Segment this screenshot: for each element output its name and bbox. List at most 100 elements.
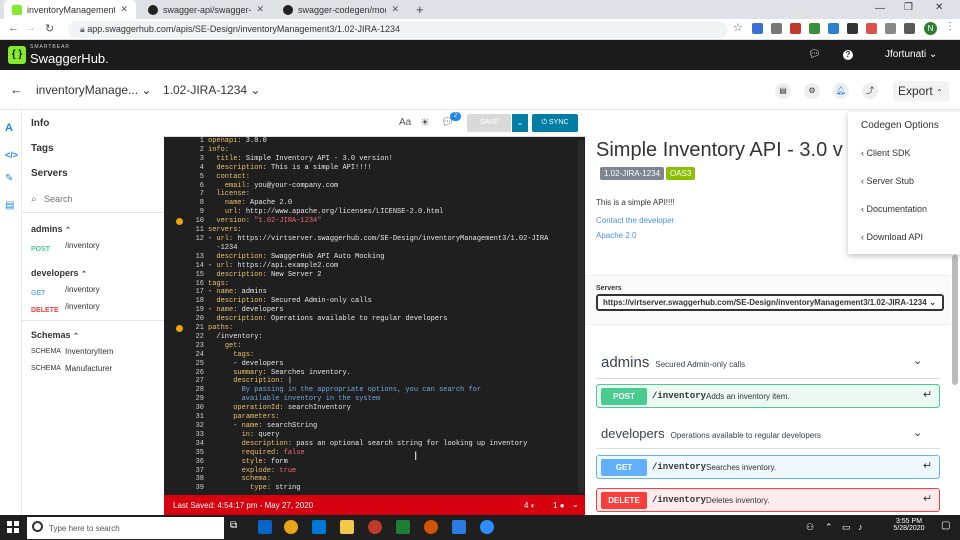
menu-download-api[interactable]: ‹ Download API — [861, 232, 923, 242]
vscode-icon[interactable] — [452, 520, 466, 534]
extension-icon[interactable] — [752, 23, 763, 34]
extension-icon[interactable] — [828, 23, 839, 34]
outlook-icon[interactable] — [258, 520, 272, 534]
version-dropdown[interactable]: 1.02-JIRA-1234 ⌄ — [163, 83, 260, 97]
nav-info[interactable]: Info — [31, 118, 49, 129]
swaggerhub-logo-icon[interactable]: { } — [8, 46, 26, 64]
warning-count[interactable]: 4 ◐ — [524, 501, 536, 510]
edit-icon[interactable]: ✎ — [5, 173, 13, 184]
api-name-dropdown[interactable]: inventoryManage... ⌄ — [36, 83, 151, 97]
url-field[interactable]: 🔒︎ app.swaggerhub.com/apis/SE-Design/inv… — [68, 21, 728, 38]
people-icon[interactable]: ⚇ — [806, 522, 814, 533]
extension-icon[interactable] — [790, 23, 801, 34]
new-tab-icon[interactable]: + — [416, 2, 424, 17]
nav-schema-manufacturer[interactable]: SCHEMA Manufacturer — [31, 364, 112, 373]
server-select[interactable]: https://virtserver.swaggerhub.com/SE-Des… — [596, 294, 944, 311]
task-view-icon[interactable]: ⧉ — [230, 520, 237, 531]
browser-tab[interactable]: inventoryManagement3 | 1.02-JIRA... ✕ — [4, 0, 136, 19]
warning-marker-icon[interactable] — [176, 218, 183, 225]
excel-icon[interactable] — [396, 520, 410, 534]
chrome-alt-icon[interactable] — [368, 520, 382, 534]
chrome-icon[interactable] — [284, 520, 298, 534]
volume-icon[interactable]: ♪ — [858, 522, 863, 532]
status-menu-icon[interactable]: ⌄ — [572, 500, 579, 509]
panel-scrollbar[interactable] — [952, 255, 958, 385]
extension-icon[interactable] — [771, 23, 782, 34]
extension-icon[interactable] — [809, 23, 820, 34]
clock[interactable]: 3:55 PM 5/28/2020 — [884, 518, 934, 532]
taskbar-search-input[interactable]: Type here to search — [27, 517, 224, 539]
store-icon[interactable] — [312, 520, 326, 534]
menu-client-sdk[interactable]: ‹ Client SDK — [861, 148, 911, 158]
extension-icon[interactable] — [866, 23, 877, 34]
section-developers[interactable]: developers Operations available to regula… — [601, 426, 821, 441]
back-icon[interactable]: ← — [8, 22, 19, 34]
extension-icon[interactable] — [847, 23, 858, 34]
close-window-icon[interactable]: ✕ — [935, 2, 943, 13]
close-tab-icon[interactable]: ✕ — [120, 4, 128, 15]
browser-tab[interactable]: swagger-codegen/modules/swa... ✕ — [275, 0, 407, 19]
chevron-down-icon[interactable]: ⌄ — [913, 354, 922, 367]
code-lines[interactable]: openapi: 3.0.0 info: title: Simple Invent… — [208, 137, 578, 493]
contact-link[interactable]: Contact the developer — [596, 216, 674, 225]
powerpoint-icon[interactable] — [424, 520, 438, 534]
save-button[interactable]: SAVE — [467, 114, 511, 132]
export-button[interactable]: Export ⌃ — [893, 81, 949, 101]
nav-schemas[interactable]: Schemas ⌃ — [31, 330, 79, 340]
line-number: 28 — [195, 386, 204, 395]
show-hidden-icons-icon[interactable]: ⌃ — [825, 522, 833, 533]
browser-tab[interactable]: swagger-api/swagger-codegen... ✕ — [140, 0, 272, 19]
menu-server-stub[interactable]: ‹ Server Stub — [861, 176, 914, 186]
extension-icon[interactable] — [885, 23, 896, 34]
user-menu[interactable]: Jfortunati ⌄ — [885, 49, 937, 60]
chat-icon[interactable]: 💬︎ — [808, 49, 821, 60]
chevron-down-icon[interactable]: ⌄ — [913, 426, 922, 439]
nav-op-get-inventory[interactable]: GET/inventory — [31, 285, 100, 298]
document-icon[interactable]: ▤ — [775, 83, 791, 99]
nav-op-post-inventory[interactable]: POST/inventory — [31, 241, 100, 254]
back-arrow-icon[interactable]: ← — [10, 82, 23, 97]
minimize-icon[interactable]: — — [875, 3, 885, 14]
section-admins[interactable]: admins Secured Admin-only calls — [601, 354, 745, 371]
share-icon[interactable]: ⤴ — [862, 83, 878, 99]
notifications-icon[interactable]: ▢ — [941, 520, 950, 531]
file-explorer-icon[interactable] — [340, 520, 354, 534]
bookmark-star-icon[interactable]: ☆ — [733, 21, 743, 34]
nav-search-input[interactable] — [44, 191, 154, 207]
nav-group-admins[interactable]: admins ⌃ — [31, 224, 71, 234]
reload-icon[interactable]: ↻ — [45, 22, 54, 35]
zoom-icon[interactable] — [480, 520, 494, 534]
windows-start-icon[interactable] — [7, 521, 19, 533]
close-tab-icon[interactable]: ✕ — [391, 4, 399, 15]
maximize-icon[interactable]: ❐ — [904, 2, 913, 13]
font-size-button[interactable]: Aa — [399, 117, 411, 128]
settings-icon[interactable]: ⚙ — [804, 83, 820, 99]
nav-servers[interactable]: Servers — [31, 168, 68, 179]
license-link[interactable]: Apache 2.0 — [596, 231, 636, 240]
help-icon[interactable]: ? — [843, 50, 853, 60]
network-icon[interactable]: ▭ — [842, 522, 851, 533]
page-icon[interactable]: ▤ — [5, 200, 14, 211]
notification-bell-icon[interactable]: 🔔︎ — [833, 83, 849, 99]
extension-icon[interactable] — [904, 23, 915, 34]
editor-icon[interactable]: A — [5, 122, 13, 134]
nav-group-developers[interactable]: developers ⌃ — [31, 268, 87, 278]
theme-toggle-icon[interactable]: ☀ — [420, 116, 430, 129]
menu-documentation[interactable]: ‹ Documentation — [861, 204, 927, 214]
close-tab-icon[interactable]: ✕ — [256, 4, 264, 15]
op-post-inventory[interactable]: POST /inventory Adds an inventory item. … — [596, 384, 940, 408]
browser-menu-icon[interactable]: ⋮ — [945, 21, 955, 32]
warning-marker-icon[interactable] — [176, 325, 183, 332]
profile-avatar[interactable]: N — [924, 22, 937, 35]
nav-schema-inventoryitem[interactable]: SCHEMA InventoryItem — [31, 347, 113, 356]
op-get-inventory[interactable]: GET /inventory Searches inventory. ↵ — [596, 455, 940, 479]
code-icon[interactable]: </> — [5, 150, 18, 160]
op-delete-inventory[interactable]: DELETE /inventory Deletes inventory. ↵ — [596, 488, 940, 512]
sync-button[interactable]: ⏻ SYNC — [532, 114, 578, 132]
forward-icon[interactable]: → — [25, 22, 36, 34]
nav-op-delete-inventory[interactable]: DELETE/inventory — [31, 302, 100, 315]
save-options-dropdown[interactable]: ⌄ — [512, 114, 528, 132]
editor-scrollbar[interactable] — [578, 140, 584, 492]
error-count[interactable]: 1 ● — [553, 501, 565, 510]
nav-tags[interactable]: Tags — [31, 143, 54, 154]
